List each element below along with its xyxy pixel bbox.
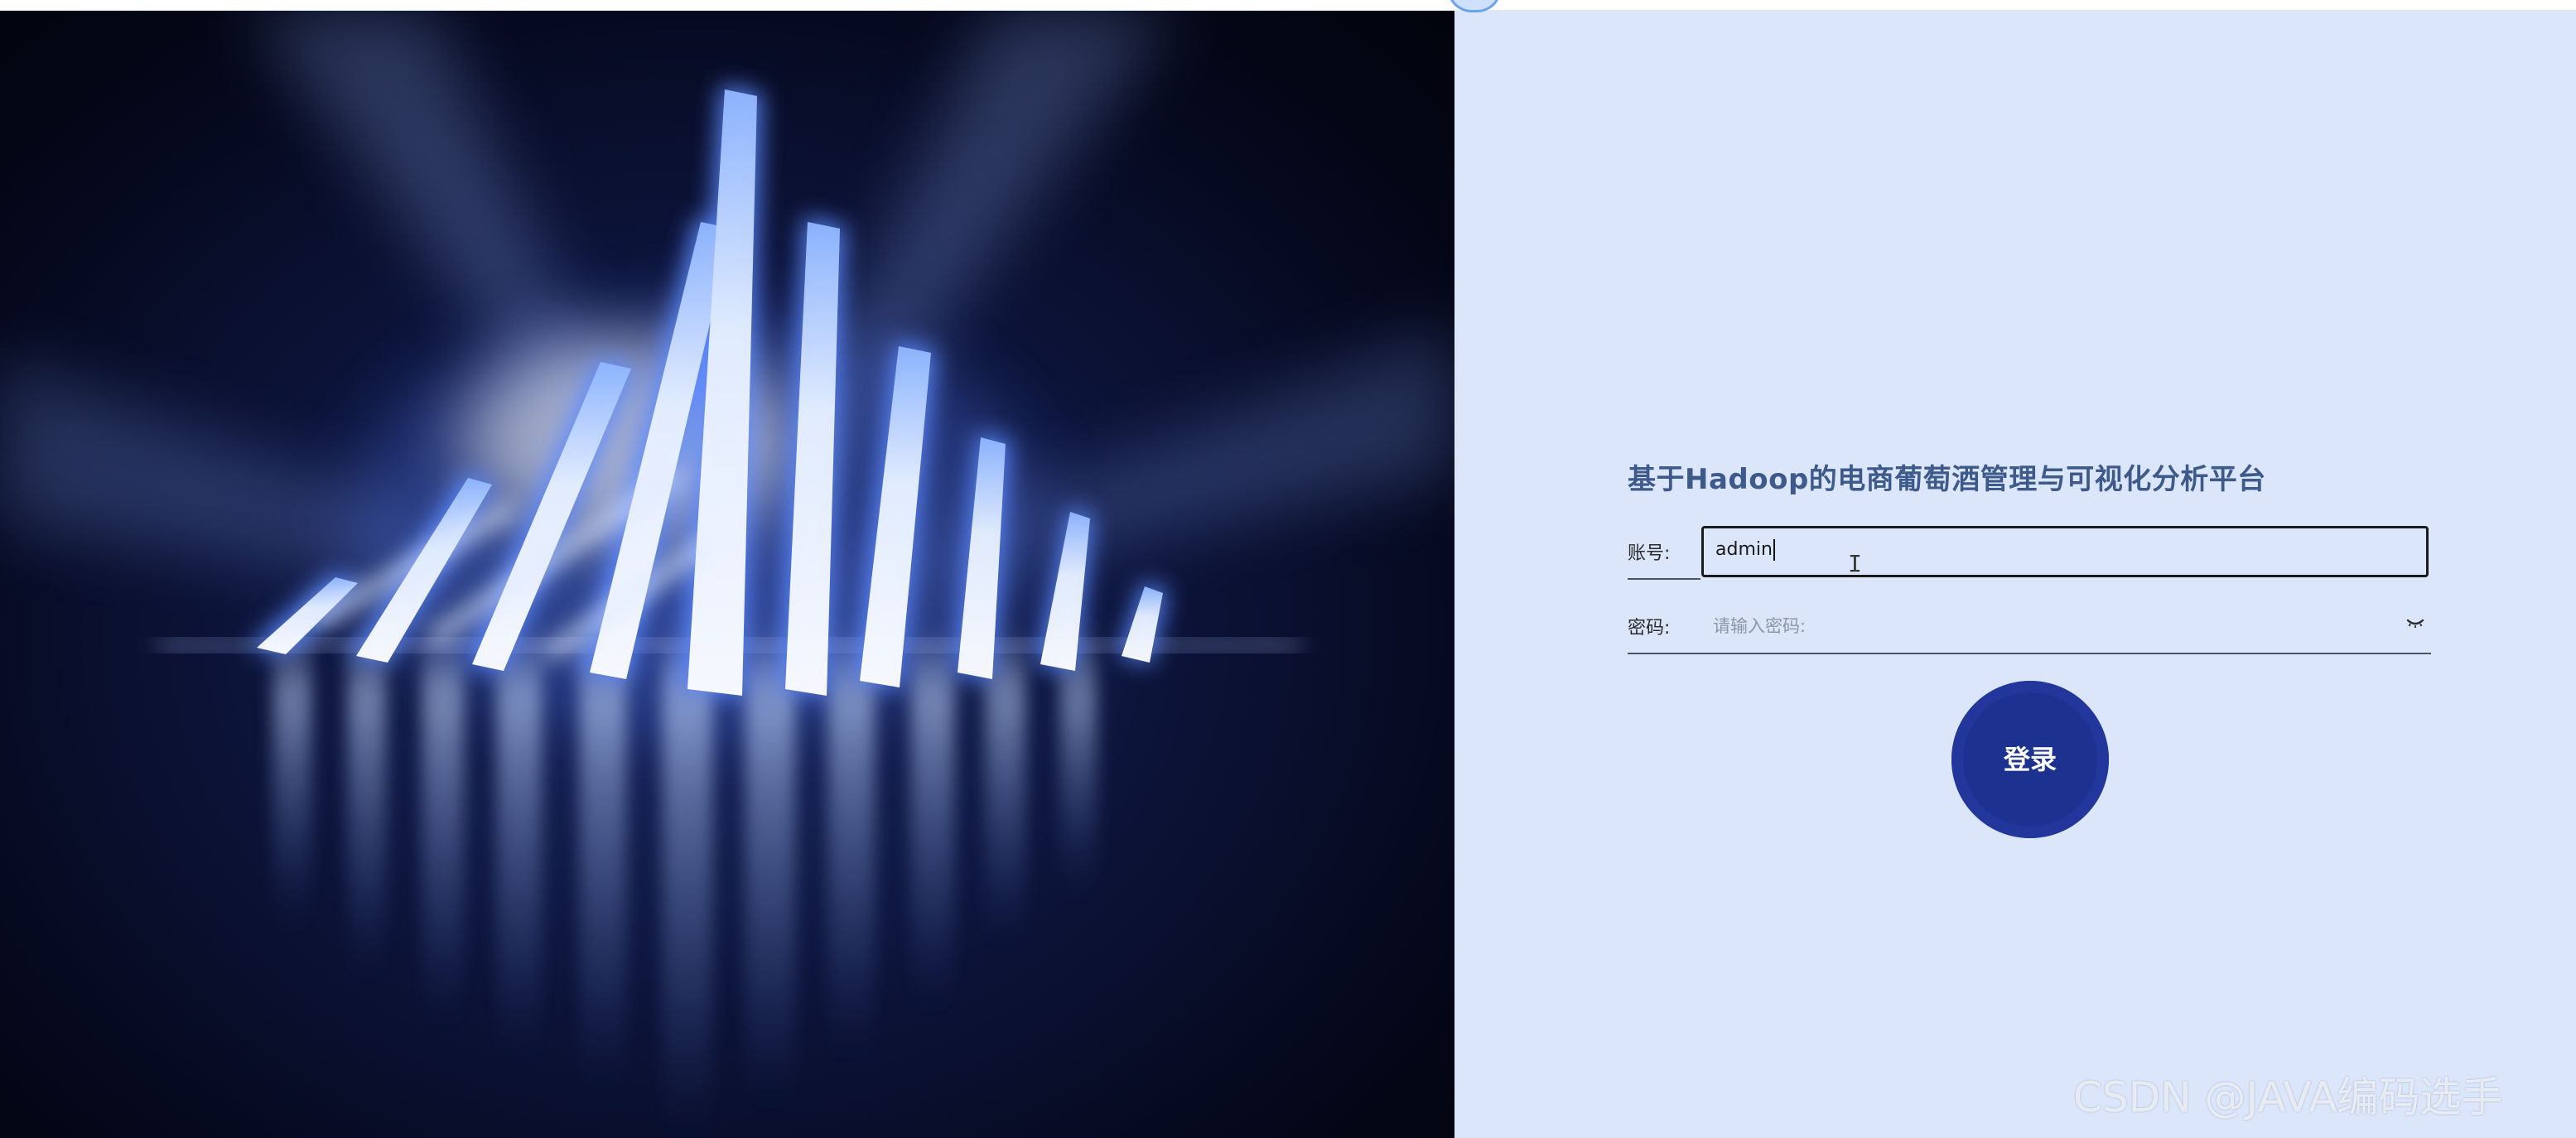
text-cursor-icon: I xyxy=(1848,550,1862,577)
password-row: 密码: 请输入密码: xyxy=(1628,598,2431,654)
top-strip xyxy=(0,0,2576,11)
login-page: 基于Hadoop的电商葡萄酒管理与可视化分析平台 账号: admin I 密码:… xyxy=(0,0,2576,1138)
text-caret xyxy=(1773,539,1775,561)
account-input[interactable]: admin xyxy=(1701,526,2429,577)
login-button[interactable]: 登录 xyxy=(1951,681,2109,838)
hero-image xyxy=(0,10,1454,1138)
page-title: 基于Hadoop的电商葡萄酒管理与可视化分析平台 xyxy=(1628,463,2266,496)
account-label: 账号: xyxy=(1628,543,1671,564)
password-label: 密码: xyxy=(1628,618,1671,639)
account-input-text: admin xyxy=(1715,539,1773,560)
hero-artwork xyxy=(0,10,1454,1128)
password-input[interactable]: 请输入密码: xyxy=(1713,613,1806,638)
eye-closed-icon[interactable] xyxy=(2405,616,2425,629)
account-label-wrap: 账号: xyxy=(1628,523,1700,580)
watermark: CSDN @JAVA编码选手 xyxy=(2073,1073,2503,1121)
account-input-value: admin xyxy=(1715,539,1775,561)
account-row: 账号: admin xyxy=(1628,523,2431,580)
